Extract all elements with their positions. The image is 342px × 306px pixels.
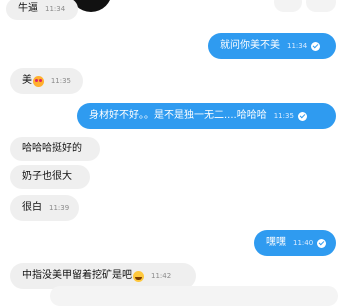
message-text: 很白 [22, 202, 42, 213]
message-time: 11:34 [287, 41, 308, 50]
message-time: 11:35 [50, 76, 71, 85]
read-check-icon [317, 238, 327, 248]
message-text: 中指没美甲留着挖矿是吧 [22, 270, 132, 281]
message-composer[interactable] [50, 286, 338, 306]
message-text: 就问你美不美 [220, 40, 280, 51]
laughing-tears-emoji-icon [133, 270, 144, 282]
message-outgoing: 就问你美不美 11:34 [208, 33, 336, 59]
message-incoming: 很白 11:39 [10, 195, 79, 221]
read-check-icon [297, 111, 307, 121]
message-text: 身材好不好。。是不是独一无二....哈哈哈 [89, 110, 267, 121]
read-check-icon [311, 41, 321, 51]
message-outgoing: 嘿嘿 11:40 [254, 230, 336, 256]
message-outgoing: 身材好不好。。是不是独一无二....哈哈哈 11:35 [77, 103, 336, 129]
heart-eyes-emoji-icon [33, 75, 44, 87]
message-time: 11:35 [273, 111, 294, 120]
message-time: 11:34 [45, 4, 66, 13]
message-incoming: 奶子也很大 [10, 165, 90, 189]
message-incoming: 美 11:35 [10, 68, 83, 94]
message-time: 11:42 [151, 271, 172, 280]
message-text: 嘿嘿 [266, 237, 286, 248]
message-text: 美 [22, 75, 32, 86]
message-time: 11:39 [49, 203, 70, 212]
message-time: 11:40 [293, 238, 314, 247]
top-partial-bubble-far-right [306, 0, 336, 12]
message-text: 哈哈哈挺好的 [22, 143, 82, 154]
message-incoming: 牛逼 11:34 [6, 0, 78, 20]
top-partial-bubble-right [274, 0, 302, 12]
message-text: 奶子也很大 [22, 171, 72, 182]
message-incoming: 哈哈哈挺好的 [10, 137, 100, 161]
message-text: 牛逼 [18, 3, 38, 14]
